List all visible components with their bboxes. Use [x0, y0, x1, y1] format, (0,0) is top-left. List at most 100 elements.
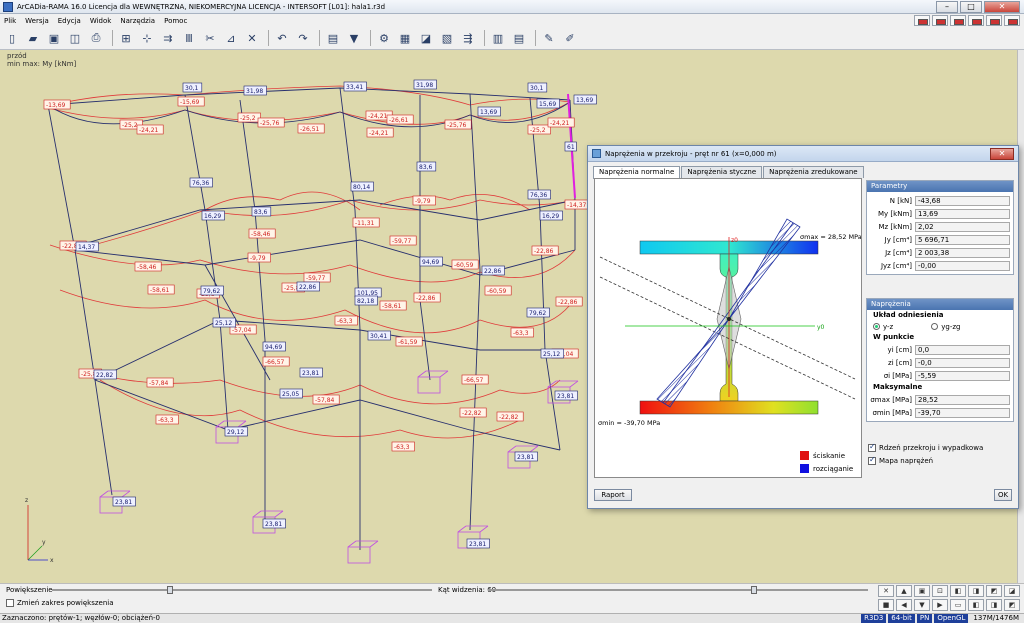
nav-view-icon[interactable]: ◩ [1004, 599, 1020, 611]
moment-label-min: -9,79 [250, 255, 266, 262]
open-icon[interactable]: ▰ [24, 29, 42, 47]
param-value[interactable]: -0,00 [915, 260, 1010, 271]
nav-view-icon[interactable]: ◧ [950, 585, 966, 597]
redo-icon[interactable]: ↷ [294, 29, 312, 47]
max-stress-label: σmin [MPa] [872, 408, 912, 417]
diagram-icon[interactable]: ◪ [417, 29, 435, 47]
nav-view-icon[interactable]: ◧ [968, 599, 984, 611]
view-tool-icon[interactable] [950, 15, 966, 26]
title-bar: ArCADia-RAMA 16.0 Licencja dla WEWNĘTRZN… [0, 0, 1024, 14]
core-checkbox[interactable] [868, 442, 876, 452]
moment-label-max: 30,1 [530, 85, 544, 92]
ok-button[interactable]: OK [994, 489, 1012, 501]
save-as-icon[interactable]: ◫ [66, 29, 84, 47]
fov-slider[interactable] [488, 589, 868, 591]
menu-pomoc[interactable]: Pomoc [164, 17, 187, 25]
point-value[interactable]: -0,0 [915, 357, 1010, 368]
zoom-range-checkbox[interactable] [6, 599, 14, 607]
support-box [417, 376, 441, 394]
zoom-slider-thumb[interactable] [166, 586, 173, 594]
moment-label-max: 15,69 [539, 101, 556, 108]
view-tool-icon[interactable] [914, 15, 930, 26]
point-row: zi [cm] -0,0 [867, 356, 1013, 369]
undo-icon[interactable]: ↶ [273, 29, 291, 47]
menu-narzedzia[interactable]: Narzędzia [120, 17, 155, 25]
nav-fit-icon[interactable]: ⊡ [932, 585, 948, 597]
nav-lock-icon[interactable]: ▣ [914, 585, 930, 597]
zoom-range-row[interactable]: Zmień zakres powiększenia [6, 599, 114, 607]
results-icon[interactable]: ▦ [396, 29, 414, 47]
settings-icon[interactable]: ⇶ [459, 29, 477, 47]
nav-view-icon[interactable]: ◪ [1004, 585, 1020, 597]
radio-yg-zg[interactable] [931, 323, 939, 330]
dialog-close-button[interactable]: ✕ [990, 147, 1014, 160]
moment-label-max: 79,62 [203, 288, 220, 295]
nav-rotate-left-icon[interactable]: ✕ [878, 585, 894, 597]
edit-icon[interactable]: ✐ [561, 29, 579, 47]
view-tool-icon[interactable] [968, 15, 984, 26]
frame-bar [47, 104, 113, 496]
zoom-slider[interactable] [52, 589, 432, 591]
point-value[interactable]: -5,59 [915, 370, 1010, 381]
param-value[interactable]: -43,68 [915, 195, 1010, 206]
zoom-range-label: Zmień zakres powiększenia [17, 599, 114, 607]
menu-edycja[interactable]: Edycja [58, 17, 81, 25]
tab-reduced-stress[interactable]: Naprężenia zredukowane [763, 166, 864, 178]
maximize-button[interactable]: □ [960, 0, 982, 13]
view-tool-icon[interactable] [932, 15, 948, 26]
delete-icon[interactable]: ✕ [243, 29, 261, 47]
nav-view-icon[interactable]: ◨ [986, 599, 1002, 611]
doc-icon[interactable]: ▤ [510, 29, 528, 47]
cut-icon[interactable]: ✂ [201, 29, 219, 47]
support-icon[interactable]: ⊿ [222, 29, 240, 47]
support-edge [347, 540, 357, 548]
memory-usage: 137M/1476M [970, 614, 1022, 623]
point-value[interactable]: 0,0 [915, 344, 1010, 355]
param-value[interactable]: 5 696,71 [915, 234, 1010, 245]
calc-icon[interactable]: ⚙ [375, 29, 393, 47]
menu-widok[interactable]: Widok [90, 17, 112, 25]
nav-left-icon[interactable]: ◀ [896, 599, 912, 611]
nav-down-icon[interactable]: ▼ [914, 599, 930, 611]
core-checkbox-row[interactable]: Rdzeń przekroju i wypadkowa [868, 442, 983, 452]
map-icon[interactable]: ▧ [438, 29, 456, 47]
print-icon[interactable]: ⎙ [87, 29, 105, 47]
report-icon[interactable]: ▥ [489, 29, 507, 47]
save-icon[interactable]: ▣ [45, 29, 63, 47]
param-value[interactable]: 13,69 [915, 208, 1010, 219]
nav-zoom-icon[interactable]: ▭ [950, 599, 966, 611]
max-stress-value[interactable]: 28,52 [915, 394, 1010, 405]
map-checkbox[interactable] [868, 455, 876, 465]
view-tool-icon[interactable] [986, 15, 1002, 26]
new-icon[interactable]: ▯ [3, 29, 21, 47]
view-tool-icon[interactable] [1004, 15, 1020, 26]
wrench-icon[interactable]: ✎ [540, 29, 558, 47]
app-icon [3, 1, 13, 12]
moment-label-min: -9,79 [415, 198, 431, 205]
nav-up-icon[interactable]: ▲ [896, 585, 912, 597]
report-button[interactable]: Raport [594, 489, 632, 501]
bar-icon[interactable]: ⇉ [159, 29, 177, 47]
nav-view-icon[interactable]: ◩ [986, 585, 1002, 597]
nav-view-icon[interactable]: ◨ [968, 585, 984, 597]
filter-icon[interactable]: ▼ [345, 29, 363, 47]
param-value[interactable]: 2,02 [915, 221, 1010, 232]
param-value[interactable]: 2 003,38 [915, 247, 1010, 258]
minimize-button[interactable]: – [936, 0, 958, 13]
section-icon[interactable]: Ⅲ [180, 29, 198, 47]
radio-yz[interactable] [873, 323, 880, 330]
close-button[interactable]: ✕ [984, 0, 1020, 13]
toolbar-separator [370, 30, 371, 46]
menu-plik[interactable]: Plik [4, 17, 16, 25]
table-icon[interactable]: ▤ [324, 29, 342, 47]
nav-right-icon[interactable]: ▶ [932, 599, 948, 611]
nav-camera-icon[interactable]: ■ [878, 599, 894, 611]
grid-icon[interactable]: ⊞ [117, 29, 135, 47]
tab-shear-stress[interactable]: Naprężenia styczne [681, 166, 763, 178]
support-edge [507, 445, 517, 453]
max-stress-value[interactable]: -39,70 [915, 407, 1010, 418]
map-checkbox-row[interactable]: Mapa naprężeń [868, 455, 933, 465]
node-icon[interactable]: ⊹ [138, 29, 156, 47]
fov-slider-thumb[interactable] [751, 586, 757, 594]
menu-wersja[interactable]: Wersja [25, 17, 49, 25]
